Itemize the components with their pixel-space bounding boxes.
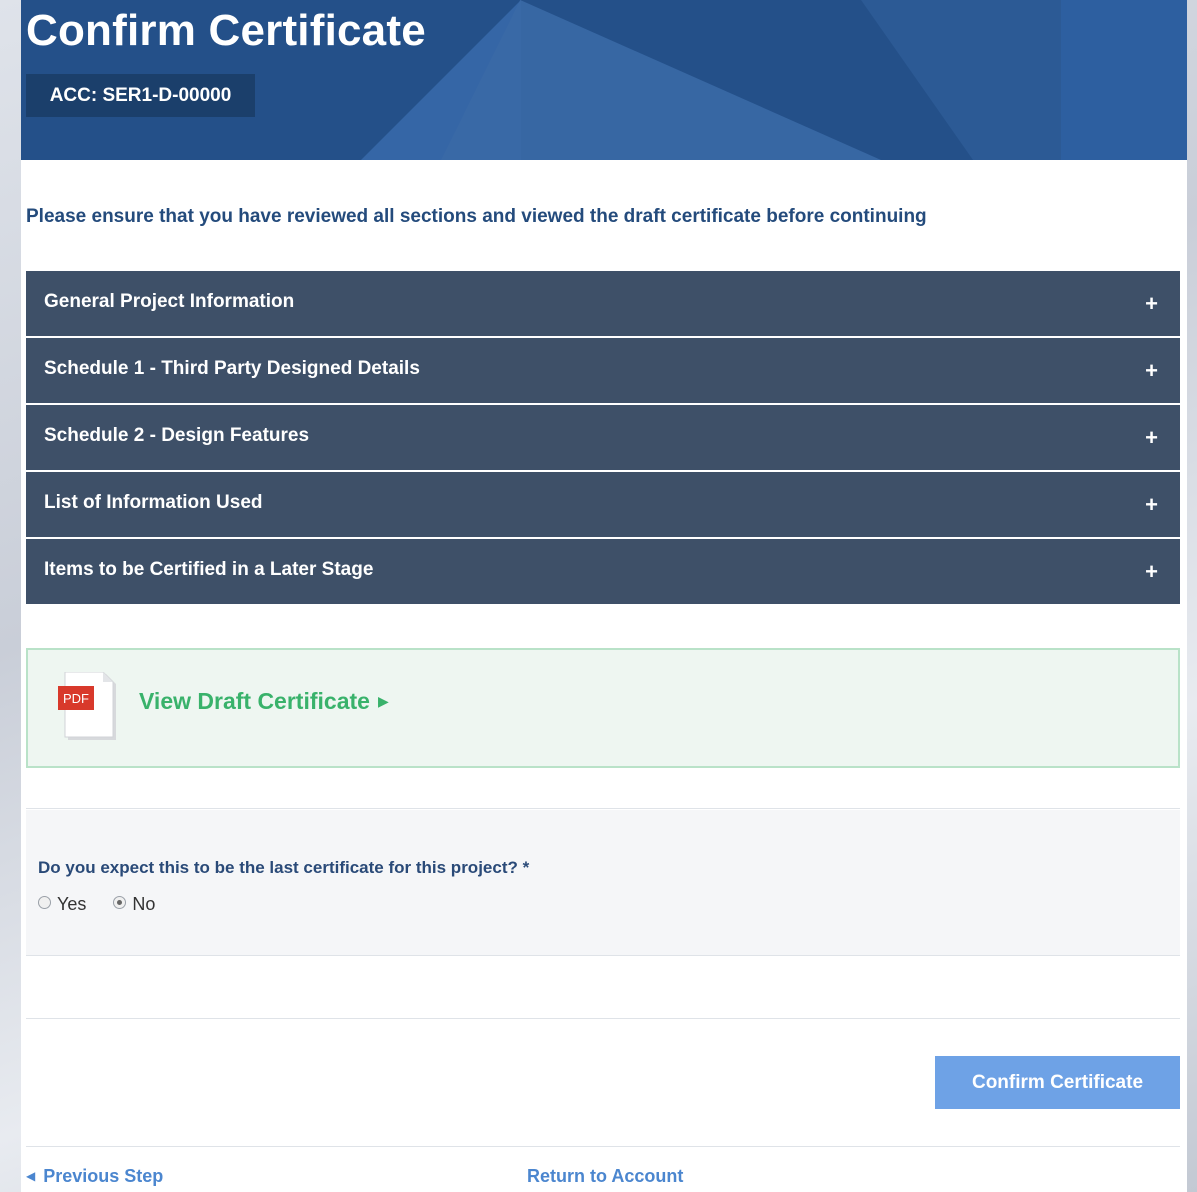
- left-arrow-icon: ◀: [26, 1169, 36, 1183]
- radio-no-label: No: [132, 894, 156, 914]
- sections-accordion: General Project Information + Schedule 1…: [26, 271, 1180, 606]
- draft-certificate-box: PDF View Draft Certificate ▶: [26, 648, 1180, 768]
- main-panel: Confirm Certificate ACC: SER1-D-00000 Pl…: [21, 0, 1187, 1192]
- expand-plus-icon[interactable]: +: [1145, 271, 1158, 337]
- account-badge: ACC: SER1-D-00000: [26, 74, 255, 117]
- section-label: General Project Information: [44, 291, 295, 312]
- banner-decoration: [1061, 0, 1187, 160]
- expand-plus-icon[interactable]: +: [1145, 405, 1158, 471]
- section-list-of-information-used[interactable]: List of Information Used +: [26, 472, 1180, 537]
- radio-no[interactable]: No: [113, 894, 155, 915]
- return-to-account-link[interactable]: Return to Account: [527, 1166, 683, 1187]
- question-label: Do you expect this to be the last certif…: [38, 858, 530, 877]
- section-schedule-2[interactable]: Schedule 2 - Design Features +: [26, 405, 1180, 470]
- section-schedule-1[interactable]: Schedule 1 - Third Party Designed Detail…: [26, 338, 1180, 403]
- section-label: Schedule 1 - Third Party Designed Detail…: [44, 358, 420, 379]
- section-label: List of Information Used: [44, 492, 263, 513]
- divider: [26, 1018, 1180, 1019]
- header-banner: Confirm Certificate ACC: SER1-D-00000: [21, 0, 1187, 160]
- divider: [26, 808, 1180, 809]
- review-notice: Please ensure that you have reviewed all…: [26, 206, 927, 227]
- previous-step-link[interactable]: ◀ Previous Step: [26, 1166, 163, 1187]
- view-draft-label: View Draft Certificate: [139, 688, 370, 714]
- radio-button-icon[interactable]: [38, 896, 51, 909]
- radio-group: Yes No: [38, 894, 177, 915]
- radio-yes-label: Yes: [57, 894, 87, 914]
- section-general-project-information[interactable]: General Project Information +: [26, 271, 1180, 336]
- section-label: Schedule 2 - Design Features: [44, 425, 310, 446]
- expand-plus-icon[interactable]: +: [1145, 539, 1158, 605]
- radio-yes[interactable]: Yes: [38, 894, 86, 915]
- confirm-certificate-button[interactable]: Confirm Certificate: [935, 1056, 1180, 1109]
- section-label: Items to be Certified in a Later Stage: [44, 559, 374, 580]
- divider: [26, 955, 1180, 956]
- section-items-later-stage[interactable]: Items to be Certified in a Later Stage +: [26, 539, 1180, 604]
- divider: [26, 1146, 1180, 1147]
- expand-plus-icon[interactable]: +: [1145, 472, 1158, 538]
- pdf-file-icon: PDF: [58, 672, 116, 740]
- last-certificate-question: Do you expect this to be the last certif…: [26, 810, 1180, 955]
- radio-button-checked-icon[interactable]: [113, 896, 127, 909]
- page-title: Confirm Certificate: [26, 6, 426, 55]
- previous-step-label: Previous Step: [43, 1166, 164, 1186]
- view-draft-certificate-link[interactable]: View Draft Certificate ▶: [139, 688, 389, 715]
- play-arrow-icon: ▶: [377, 693, 389, 709]
- pdf-icon-label: PDF: [63, 691, 89, 706]
- expand-plus-icon[interactable]: +: [1145, 338, 1158, 404]
